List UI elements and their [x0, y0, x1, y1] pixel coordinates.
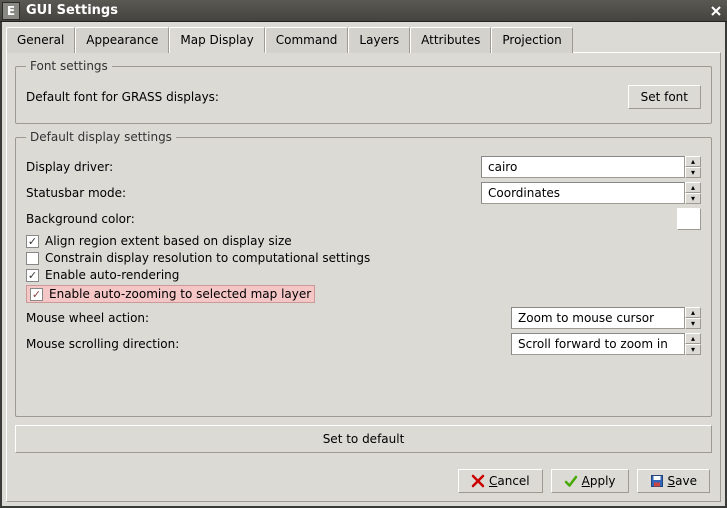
- tab-bar: General Appearance Map Display Command L…: [6, 26, 721, 52]
- chevron-up-icon[interactable]: ▴: [685, 156, 701, 167]
- window-body: General Appearance Map Display Command L…: [0, 22, 727, 508]
- mouse-scroll-select[interactable]: Scroll forward to zoom in ▴ ▾: [511, 333, 701, 355]
- spinner[interactable]: ▴ ▾: [685, 333, 701, 355]
- check-icon: [564, 474, 578, 488]
- dialog-buttons: Cancel Apply Save: [15, 469, 712, 493]
- align-region-row[interactable]: Align region extent based on display siz…: [26, 234, 701, 248]
- mouse-wheel-select[interactable]: Zoom to mouse cursor ▴ ▾: [511, 307, 701, 329]
- auto-zoom-row[interactable]: Enable auto-zooming to selected map laye…: [26, 285, 701, 303]
- constrain-resolution-checkbox[interactable]: [26, 252, 39, 265]
- chevron-up-icon[interactable]: ▴: [685, 182, 701, 193]
- save-button[interactable]: Save: [637, 469, 710, 493]
- auto-zoom-label: Enable auto-zooming to selected map laye…: [49, 287, 311, 301]
- tab-projection[interactable]: Projection: [491, 27, 572, 53]
- chevron-down-icon[interactable]: ▾: [685, 167, 701, 178]
- auto-zoom-checkbox[interactable]: [30, 288, 43, 301]
- chevron-down-icon[interactable]: ▾: [685, 193, 701, 204]
- cancel-button[interactable]: Cancel: [458, 469, 543, 493]
- auto-rendering-row[interactable]: Enable auto-rendering: [26, 268, 701, 282]
- mouse-wheel-label: Mouse wheel action:: [26, 311, 511, 325]
- save-icon: [650, 474, 664, 488]
- spinner[interactable]: ▴ ▾: [685, 156, 701, 178]
- display-driver-select[interactable]: cairo ▴ ▾: [481, 156, 701, 178]
- spinner[interactable]: ▴ ▾: [685, 182, 701, 204]
- apply-button[interactable]: Apply: [551, 469, 629, 493]
- bg-color-label: Background color:: [26, 212, 677, 226]
- bg-color-button[interactable]: [677, 208, 701, 230]
- tab-general[interactable]: General: [6, 27, 75, 53]
- window-title: GUI Settings: [26, 3, 707, 18]
- tab-layers[interactable]: Layers: [348, 27, 410, 53]
- font-settings-group: Font settings Default font for GRASS dis…: [15, 59, 712, 124]
- set-default-button[interactable]: Set to default: [15, 425, 712, 453]
- statusbar-mode-label: Statusbar mode:: [26, 186, 481, 200]
- app-icon: E: [2, 2, 20, 20]
- auto-rendering-label: Enable auto-rendering: [45, 268, 179, 282]
- display-settings-group: Default display settings Display driver:…: [15, 130, 712, 417]
- titlebar: E GUI Settings: [0, 0, 727, 22]
- set-font-button[interactable]: Set font: [628, 85, 701, 109]
- chevron-up-icon[interactable]: ▴: [685, 333, 701, 344]
- cancel-icon: [471, 474, 485, 488]
- constrain-resolution-row[interactable]: Constrain display resolution to computat…: [26, 251, 701, 265]
- tab-appearance[interactable]: Appearance: [75, 27, 169, 53]
- statusbar-mode-select[interactable]: Coordinates ▴ ▾: [481, 182, 701, 204]
- mouse-scroll-value: Scroll forward to zoom in: [511, 333, 685, 355]
- display-driver-label: Display driver:: [26, 160, 481, 174]
- chevron-down-icon[interactable]: ▾: [685, 344, 701, 355]
- chevron-up-icon[interactable]: ▴: [685, 307, 701, 318]
- chevron-down-icon[interactable]: ▾: [685, 318, 701, 329]
- close-icon: [711, 6, 721, 16]
- default-font-label: Default font for GRASS displays:: [26, 90, 628, 104]
- align-region-label: Align region extent based on display siz…: [45, 234, 292, 248]
- spinner[interactable]: ▴ ▾: [685, 307, 701, 329]
- statusbar-mode-value: Coordinates: [481, 182, 685, 204]
- tab-panel: Font settings Default font for GRASS dis…: [6, 52, 721, 502]
- display-driver-value: cairo: [481, 156, 685, 178]
- display-settings-legend: Default display settings: [26, 130, 176, 144]
- auto-rendering-checkbox[interactable]: [26, 269, 39, 282]
- mouse-wheel-value: Zoom to mouse cursor: [511, 307, 685, 329]
- tab-map-display[interactable]: Map Display: [169, 27, 264, 53]
- font-settings-legend: Font settings: [26, 59, 112, 73]
- set-default-row: Set to default: [15, 425, 712, 453]
- align-region-checkbox[interactable]: [26, 235, 39, 248]
- tab-command[interactable]: Command: [265, 27, 349, 53]
- constrain-resolution-label: Constrain display resolution to computat…: [45, 251, 370, 265]
- mouse-scroll-label: Mouse scrolling direction:: [26, 337, 511, 351]
- close-button[interactable]: [707, 2, 725, 20]
- tab-attributes[interactable]: Attributes: [410, 27, 491, 53]
